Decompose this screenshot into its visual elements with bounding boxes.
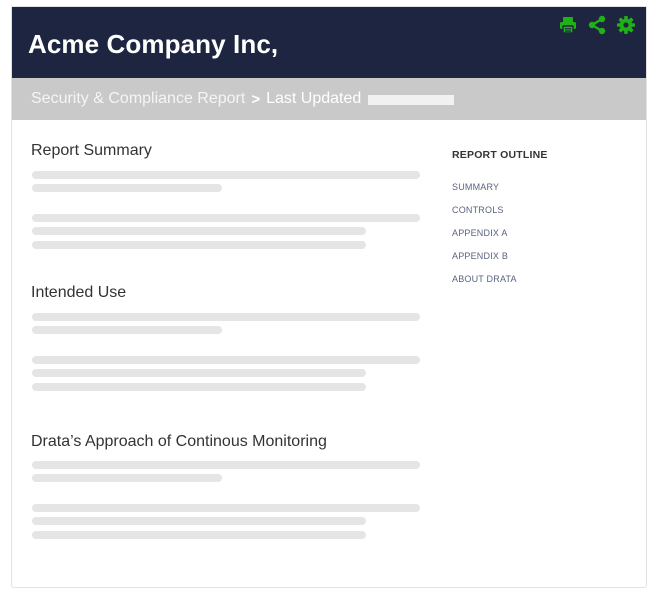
text-placeholder-line [32,504,420,512]
breadcrumb-report-link[interactable]: Security & Compliance Report [31,90,245,108]
report-header: Acme Company Inc, [12,7,646,78]
text-placeholder-line [32,383,366,391]
text-placeholder-line [32,369,366,377]
section-title-report-summary: Report Summary [31,142,152,159]
text-placeholder-line [32,227,366,235]
text-placeholder-line [32,171,420,179]
section-title-intended-use: Intended Use [31,284,127,301]
text-placeholder-line [32,356,420,364]
text-placeholder-line [32,214,420,222]
text-placeholder-line [32,474,222,482]
text-placeholder-line [32,461,420,469]
text-placeholder-line [32,531,366,539]
print-icon[interactable] [558,15,578,35]
chevron-right-icon: > [251,90,261,108]
text-placeholder-line [32,313,420,321]
report-card: Acme Company Inc, Security & Compliance … [11,6,647,588]
outline-link-appendix-a[interactable]: APPENDIX A [452,228,508,238]
last-updated-value-placeholder [368,95,455,105]
text-placeholder-line [32,517,366,525]
share-icon[interactable] [587,15,607,35]
outline-link-controls[interactable]: CONTROLS [452,205,504,215]
breadcrumb: Security & Compliance Report > Last Upda… [12,78,646,120]
header-actions [558,15,636,35]
company-name: Acme Company Inc, [28,29,279,59]
text-placeholder-line [32,326,222,334]
last-updated-label: Last Updated [266,90,362,107]
outline-link-summary[interactable]: SUMMARY [452,182,499,192]
outline-link-appendix-b[interactable]: APPENDIX B [452,251,508,261]
text-placeholder-line [32,241,366,249]
report-outline-title: REPORT OUTLINE [452,149,548,161]
text-placeholder-line [32,184,222,192]
section-title-continuous-monitoring: Drata’s Approach of Continous Monitoring [31,433,327,450]
outline-link-about-drata[interactable]: ABOUT DRATA [452,274,517,284]
gear-icon[interactable] [616,15,636,35]
